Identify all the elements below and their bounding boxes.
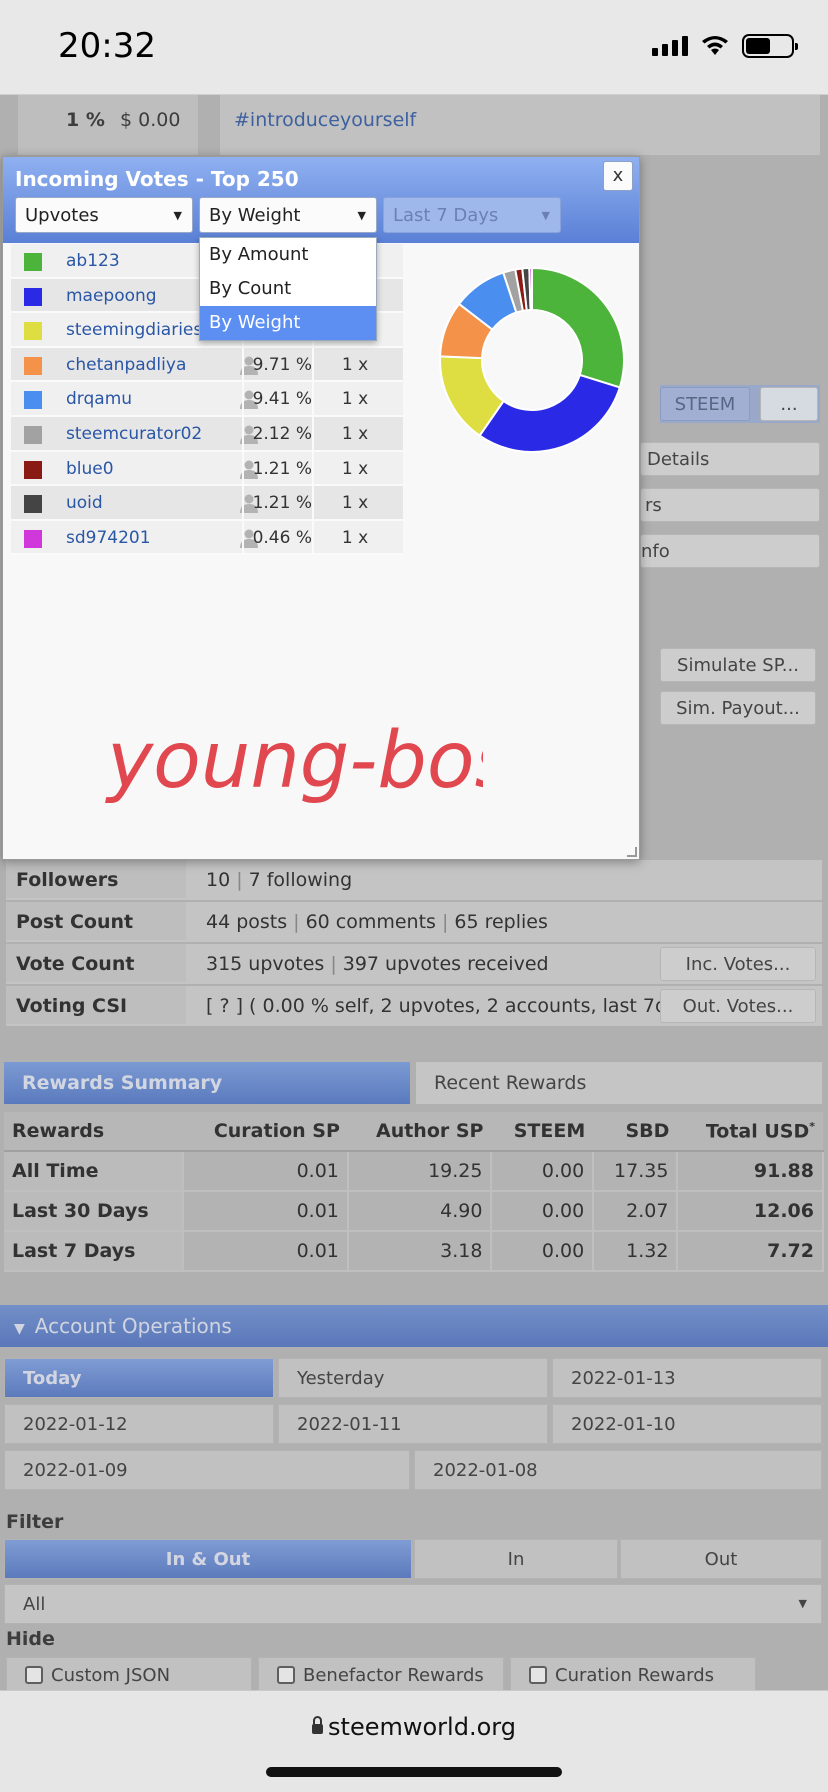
legend-swatch	[24, 529, 42, 548]
voter-name-link[interactable]: ab123	[66, 251, 120, 271]
url-text[interactable]: steemworld.org	[0, 1713, 828, 1741]
vote-weight-pct: 1.21 %	[242, 451, 314, 486]
close-button[interactable]: x	[603, 161, 633, 191]
dropdown-option-by-weight[interactable]: By Weight	[200, 306, 376, 340]
svg-text:young-boss: young-boss	[105, 716, 483, 806]
sort-dropdown-menu: By Amount By Count By Weight	[199, 237, 377, 341]
battery-icon	[742, 34, 798, 58]
voter-name-link[interactable]: uoid	[66, 493, 103, 513]
vote-count: 1 x	[341, 527, 369, 548]
vote-count: 1 x	[341, 389, 369, 410]
dropdown-option-by-count[interactable]: By Count	[200, 272, 376, 306]
voter-name-link[interactable]: drqamu	[66, 389, 132, 409]
voter-row: steemcurator02 2.12 % 1 x	[11, 416, 403, 452]
vote-weight-pct: 9.41 %	[242, 382, 314, 417]
legend-swatch	[24, 253, 42, 271]
popup-header: Incoming Votes - Top 250 x Upvotes ▼ By W…	[3, 157, 639, 243]
voter-name-link[interactable]: sd974201	[66, 528, 151, 548]
vote-count: 1 x	[341, 458, 369, 479]
votes-donut-chart	[439, 266, 625, 453]
resize-handle[interactable]	[627, 847, 637, 857]
dropdown-option-by-amount[interactable]: By Amount	[200, 238, 376, 272]
legend-swatch	[24, 322, 42, 341]
status-bar: 20:32	[0, 0, 828, 95]
voter-row: uoid 1.21 % 1 x	[11, 486, 403, 521]
sort-select[interactable]: By Weight ▼	[199, 197, 377, 233]
wifi-icon	[702, 36, 728, 55]
vote-type-select[interactable]: Upvotes ▼	[15, 197, 193, 233]
vote-count: 1 x	[341, 493, 369, 514]
legend-swatch	[24, 460, 42, 479]
voter-row: sd974201 0.46 % 1 x	[11, 520, 403, 556]
vote-count: 1 x	[341, 423, 369, 444]
vote-weight-pct: 2.12 %	[242, 416, 314, 451]
voter-name-link[interactable]: steemingdiaries	[66, 320, 202, 340]
voter-name-link[interactable]: blue0	[66, 459, 114, 479]
donut-slice-sd974201[interactable]	[528, 266, 533, 312]
legend-swatch	[24, 356, 42, 375]
range-select[interactable]: Last 7 Days ▼	[383, 197, 561, 233]
browser-url-bar[interactable]: steemworld.org	[0, 1690, 828, 1792]
vote-weight-pct: 0.46 %	[242, 520, 314, 555]
popup-title: Incoming Votes - Top 250	[15, 167, 299, 191]
young-boss-watermark: young-boss	[105, 716, 483, 806]
status-icons	[652, 34, 798, 58]
voter-name-link[interactable]: chetanpadliya	[66, 355, 186, 375]
dropdown-arrow-icon: ▼	[541, 209, 550, 222]
lock-icon	[312, 1716, 324, 1734]
voter-name-link[interactable]: maepoong	[66, 286, 157, 306]
legend-swatch	[24, 425, 42, 444]
voter-row: blue0 1.21 % 1 x	[11, 451, 403, 487]
voter-name-link[interactable]: steemcurator02	[66, 424, 202, 444]
voter-row: chetanpadliya 9.71 % 1 x	[11, 347, 403, 383]
vote-weight-pct: 1.21 %	[242, 486, 314, 521]
donut-slice-maepoong[interactable]	[478, 373, 622, 453]
incoming-votes-popup: Incoming Votes - Top 250 x Upvotes ▼ By W…	[2, 156, 640, 860]
donut-slice-ab123[interactable]	[531, 266, 625, 389]
cellular-signal-icon	[652, 36, 688, 56]
home-indicator[interactable]	[266, 1767, 562, 1777]
vote-weight-pct: 9.71 %	[242, 347, 314, 382]
legend-swatch	[24, 495, 42, 514]
legend-swatch	[24, 391, 42, 410]
dropdown-arrow-icon: ▼	[357, 209, 366, 222]
legend-swatch	[24, 287, 42, 306]
dropdown-arrow-icon: ▼	[173, 209, 182, 222]
vote-count: 1 x	[341, 354, 369, 375]
status-time: 20:32	[58, 26, 156, 66]
voter-row: drqamu 9.41 % 1 x	[11, 382, 403, 417]
